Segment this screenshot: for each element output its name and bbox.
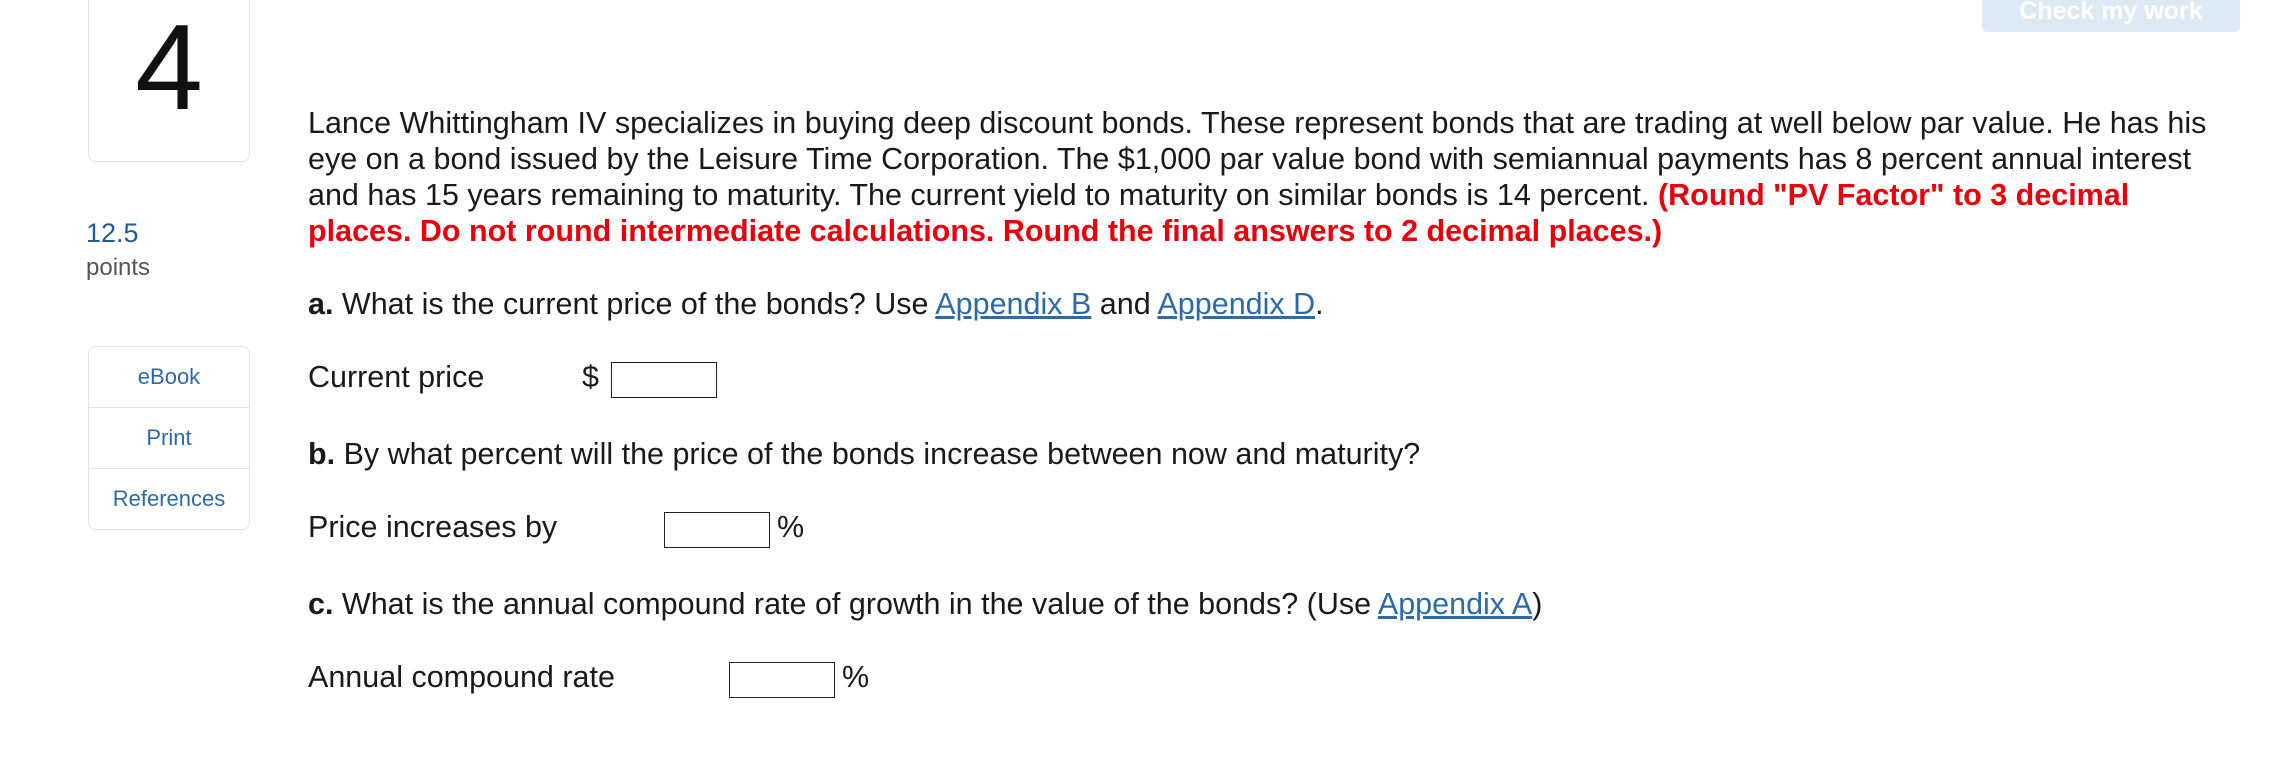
price-increase-label: Price increases by	[308, 510, 558, 544]
problem-statement: Lance Whittingham IV specializes in buyi…	[308, 105, 2238, 249]
price-increase-input[interactable]	[664, 512, 770, 548]
current-price-input[interactable]	[611, 362, 717, 398]
check-my-work-button[interactable]: Check my work	[1982, 0, 2240, 32]
points-label: points	[86, 254, 151, 281]
question-body: Lance Whittingham IV specializes in buyi…	[308, 105, 2238, 698]
question-page: 4 12.5 points eBook Print References Che…	[0, 0, 2276, 770]
part-a-question: a. What is the current price of the bond…	[308, 286, 1324, 322]
question-number-box: 4	[88, 0, 250, 162]
annual-compound-rate-label: Annual compound rate	[308, 660, 615, 694]
appendix-d-link[interactable]: Appendix D	[1157, 287, 1315, 321]
resources-panel: eBook Print References	[88, 346, 250, 530]
part-c-end: )	[1532, 587, 1543, 621]
ebook-link[interactable]: eBook	[89, 347, 249, 408]
dollar-sign: $	[582, 360, 599, 394]
references-link[interactable]: References	[89, 469, 249, 529]
part-a-letter: a.	[308, 287, 334, 321]
print-link[interactable]: Print	[89, 408, 249, 469]
points-value: 12.5	[86, 218, 139, 248]
annual-compound-rate-input[interactable]	[729, 662, 835, 698]
question-number: 4	[135, 0, 203, 135]
part-a-end: .	[1315, 287, 1324, 321]
appendix-a-link[interactable]: Appendix A	[1378, 587, 1532, 621]
part-a-and: and	[1099, 287, 1151, 321]
part-b-text: By what percent will the price of the bo…	[343, 437, 1421, 471]
part-c-text: What is the annual compound rate of grow…	[341, 587, 1372, 621]
appendix-b-link[interactable]: Appendix B	[935, 287, 1091, 321]
part-c-letter: c.	[308, 587, 334, 621]
part-b-letter: b.	[308, 437, 336, 471]
percent-sign-b: %	[777, 510, 805, 544]
part-b-question: b. By what percent will the price of the…	[308, 436, 1420, 472]
percent-sign-c: %	[842, 660, 870, 694]
current-price-label: Current price	[308, 360, 485, 394]
part-c-question: c. What is the annual compound rate of g…	[308, 586, 1542, 622]
part-a-text: What is the current price of the bonds? …	[341, 287, 929, 321]
